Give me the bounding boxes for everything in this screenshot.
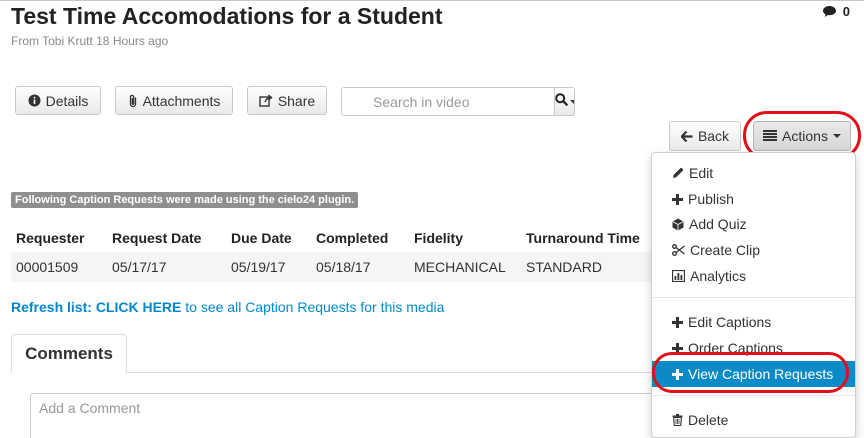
top-divider [0, 0, 864, 1]
caption-plugin-banner: Following Caption Requests were made usi… [11, 192, 359, 208]
comment-count-value: 0 [842, 4, 850, 19]
refresh-suffix: to see all Caption Requests for this med… [185, 299, 445, 315]
menu-item-view-caption-requests[interactable]: View Caption Requests [652, 361, 855, 387]
page-title: Test Time Accomodations for a Student [11, 3, 443, 29]
menu-item-edit-captions[interactable]: Edit Captions [652, 309, 855, 335]
table-cell-requester: 00001509 [16, 259, 79, 275]
details-label: Details [45, 92, 89, 109]
menu-item-label: Analytics [690, 268, 747, 284]
comment-icon [822, 5, 837, 18]
attachments-button[interactable]: Attachments [115, 86, 233, 115]
menu-item-add-quiz[interactable]: Add Quiz [652, 211, 855, 237]
table-cell-turnaround-time: STANDARD [526, 259, 602, 275]
share-button[interactable]: Share [247, 86, 327, 115]
details-button[interactable]: Details [15, 86, 101, 115]
comment-count[interactable]: 0 [822, 4, 850, 19]
bar-chart-icon [672, 270, 685, 282]
menu-item-label: View Caption Requests [688, 366, 834, 382]
list-icon [763, 128, 778, 144]
search-icon [555, 92, 568, 111]
actions-menu: Edit Publish Add Quiz Create Clip Analyt… [651, 152, 856, 438]
info-icon [28, 94, 41, 107]
back-button[interactable]: Back [669, 121, 741, 151]
video-search [341, 87, 575, 116]
column-header-due-date: Due Date [231, 230, 292, 246]
scissors-icon [672, 244, 685, 256]
author-meta: From Tobi Krutt 18 Hours ago [11, 34, 169, 48]
share-label: Share [277, 92, 316, 109]
menu-item-label: Publish [688, 191, 734, 207]
chevron-down-icon [832, 134, 841, 138]
menu-item-label: Order Captions [688, 340, 783, 356]
arrow-left-icon [680, 130, 693, 142]
menu-item-label: Edit [689, 165, 714, 181]
cube-icon [672, 218, 684, 231]
search-options-button[interactable] [554, 88, 574, 115]
paperclip-icon [128, 94, 138, 108]
attachments-label: Attachments [142, 92, 221, 109]
actions-label: Actions [782, 128, 828, 144]
menu-item-label: Create Clip [690, 242, 761, 258]
plus-icon [672, 193, 683, 205]
menu-item-label: Add Quiz [689, 216, 747, 232]
menu-item-create-clip[interactable]: Create Clip [652, 237, 855, 263]
plus-icon [672, 368, 683, 380]
refresh-label: Refresh list: [11, 299, 92, 315]
menu-item-delete[interactable]: Delete [652, 407, 855, 433]
column-header-requester: Requester [16, 230, 85, 246]
menu-item-edit[interactable]: Edit [652, 160, 855, 186]
refresh-link[interactable]: CLICK HERE [96, 299, 182, 315]
menu-item-label: Edit Captions [688, 314, 772, 330]
menu-item-analytics[interactable]: Analytics [652, 263, 855, 289]
search-input[interactable] [342, 88, 554, 115]
share-icon [259, 94, 273, 107]
menu-divider [653, 297, 855, 298]
comment-input[interactable] [30, 393, 670, 438]
column-header-turnaround-time: Turnaround Time [526, 230, 640, 246]
back-label: Back [697, 128, 730, 144]
tab-comments[interactable]: Comments [11, 334, 127, 373]
table-cell-completed: 05/18/17 [316, 259, 371, 275]
plus-icon [672, 316, 683, 328]
pencil-icon [672, 167, 684, 179]
menu-item-order-captions[interactable]: Order Captions [652, 335, 855, 361]
table-cell-fidelity: MECHANICAL [414, 259, 506, 275]
trash-icon [672, 414, 683, 426]
menu-item-publish[interactable]: Publish [652, 186, 855, 212]
menu-divider [653, 395, 855, 396]
table-cell-request-date: 05/17/17 [112, 259, 167, 275]
column-header-completed: Completed [316, 230, 389, 246]
column-header-fidelity: Fidelity [414, 230, 464, 246]
refresh-list: Refresh list: CLICK HERE to see all Capt… [11, 299, 444, 315]
plus-icon [672, 342, 683, 354]
table-cell-due-date: 05/19/17 [231, 259, 286, 275]
actions-button[interactable]: Actions [753, 121, 851, 151]
menu-item-label: Delete [688, 412, 729, 428]
column-header-request-date: Request Date [112, 230, 202, 246]
chevron-down-icon [570, 99, 574, 104]
